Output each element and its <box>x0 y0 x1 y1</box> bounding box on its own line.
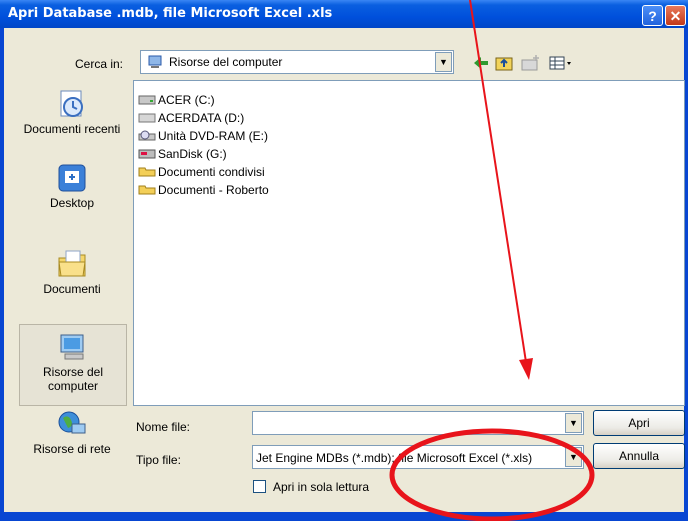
place-desktop[interactable]: Desktop <box>19 162 125 210</box>
folder-icon <box>138 185 156 195</box>
file-label: SanDisk (G:) <box>158 147 227 161</box>
filetype-label: Tipo file: <box>136 453 181 467</box>
close-button[interactable]: ✕ <box>665 5 686 26</box>
window-frame-left <box>0 28 4 521</box>
new-folder-icon[interactable] <box>521 55 539 71</box>
place-label: Documenti <box>43 282 101 296</box>
place-network[interactable]: Risorse di rete <box>19 408 125 456</box>
drive-icon <box>138 113 156 123</box>
file-list[interactable]: ACER (C:) ACERDATA (D:) Unità DVD-RAM (E… <box>133 80 685 406</box>
place-label: Risorse di rete <box>33 442 111 456</box>
lookin-value: Risorse del computer <box>169 55 283 69</box>
place-label: Risorse del computer <box>42 365 104 393</box>
desktop-icon <box>58 164 86 192</box>
list-item[interactable]: ACER (C:) <box>138 93 215 109</box>
place-my-computer[interactable]: Risorse del computer <box>19 324 127 406</box>
file-label: Documenti condivisi <box>158 165 265 179</box>
list-item[interactable]: SanDisk (G:) <box>138 147 227 163</box>
list-item[interactable]: Unità DVD-RAM (E:) <box>138 129 268 145</box>
filename-dropdown-button[interactable]: ▼ <box>565 413 582 433</box>
open-button[interactable]: Apri <box>593 410 685 436</box>
file-label: ACERDATA (D:) <box>158 111 245 125</box>
toolbar-icons <box>474 55 571 71</box>
lookin-dropdown-button[interactable]: ▼ <box>435 52 452 72</box>
file-label: ACER (C:) <box>158 93 215 107</box>
place-label: Documenti recenti <box>23 122 121 136</box>
lookin-combo[interactable]: Risorse del computer ▼ <box>140 50 454 74</box>
readonly-label: Apri in sola lettura <box>273 480 370 494</box>
folder-icon <box>138 167 156 177</box>
my-computer-icon <box>60 334 84 360</box>
chevron-down-icon: ▼ <box>569 452 578 462</box>
list-item[interactable]: Documenti condivisi <box>138 165 265 181</box>
places-bar: Documenti recenti Desktop Documenti Riso… <box>19 78 127 468</box>
filetype-dropdown-button[interactable]: ▼ <box>565 447 582 467</box>
recent-documents-icon <box>60 90 83 117</box>
dvd-drive-icon <box>138 130 156 141</box>
help-button[interactable]: ? <box>642 5 663 26</box>
filetype-select[interactable]: Jet Engine MDBs (*.mdb); file Microsoft … <box>252 445 584 469</box>
filename-field[interactable]: ▼ <box>252 411 584 435</box>
place-my-documents[interactable]: Documenti <box>19 248 125 296</box>
list-item[interactable]: Documenti - Roberto <box>138 183 269 199</box>
list-item[interactable]: ACERDATA (D:) <box>138 111 244 127</box>
readonly-checkbox[interactable] <box>253 480 266 493</box>
lookin-label: Cerca in: <box>75 57 124 71</box>
window-title: Apri Database .mdb, file Microsoft Excel… <box>8 6 333 21</box>
window-frame-bottom <box>0 512 688 521</box>
network-icon <box>58 411 86 434</box>
place-recent-documents[interactable]: Documenti recenti <box>19 88 125 136</box>
my-computer-icon <box>148 55 162 68</box>
file-label: Unità DVD-RAM (E:) <box>158 129 269 143</box>
file-label: Documenti - Roberto <box>158 183 269 197</box>
filetype-value: Jet Engine MDBs (*.mdb); file Microsoft … <box>256 451 533 465</box>
title-bar[interactable]: Apri Database .mdb, file Microsoft Excel… <box>0 0 688 28</box>
my-documents-icon <box>58 250 86 277</box>
place-label: Desktop <box>49 196 95 210</box>
open-file-dialog: Apri Database .mdb, file Microsoft Excel… <box>0 0 688 521</box>
views-menu-icon[interactable] <box>549 56 571 70</box>
chevron-down-icon: ▼ <box>569 418 578 428</box>
back-icon[interactable] <box>474 57 488 69</box>
cancel-button[interactable]: Annulla <box>593 443 685 469</box>
chevron-down-icon: ▼ <box>439 57 448 67</box>
up-folder-icon[interactable] <box>495 57 513 71</box>
filename-label: Nome file: <box>136 420 191 434</box>
drive-icon <box>138 95 156 105</box>
removable-drive-icon <box>138 149 156 159</box>
